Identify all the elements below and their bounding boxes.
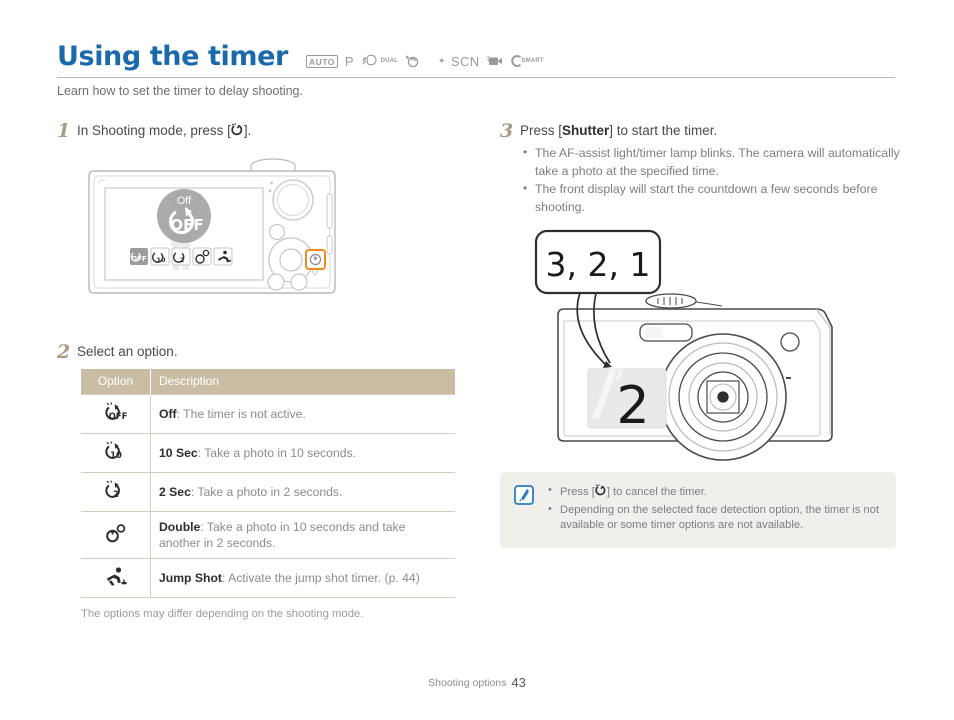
program-mode-icon: P: [344, 54, 354, 69]
note-bullet-list: Press [ ] to cancel the timer. Depending …: [546, 483, 882, 534]
table-cell-description: Double: Take a photo in 10 seconds and t…: [150, 511, 455, 559]
table-cell-description: Jump Shot: Activate the jump shot timer.…: [150, 558, 455, 598]
step-1-text-prefix: In Shooting mode, press [: [77, 123, 231, 138]
dual-is-label: DUAL: [380, 58, 399, 64]
step-3: 3 Press [Shutter] to start the timer. Th…: [500, 122, 900, 217]
table-row: Jump Shot: Activate the jump shot timer.…: [81, 558, 455, 598]
page-title: Using the timer: [57, 41, 288, 72]
step-3-text-suffix: ] to start the timer.: [609, 123, 718, 138]
option-term: 2 Sec: [159, 485, 191, 499]
jump-shot-icon: [81, 558, 151, 598]
step-3-number: 3: [500, 120, 514, 142]
note-bullet-1-prefix: Press [: [560, 486, 595, 498]
step-3-shutter-label: Shutter: [562, 123, 610, 138]
note-bullet-1: Press [ ] to cancel the timer.: [546, 483, 882, 503]
camera-back-svg: Off OFF OFF 10 2: [88, 158, 336, 294]
note-bullet-2: Depending on the selected face detection…: [546, 502, 882, 534]
step-2: 2 Select an option.: [57, 341, 467, 363]
beauty-shot-icon: [431, 55, 444, 66]
step-1-number: 1: [57, 120, 71, 142]
step-1-title: In Shooting mode, press [].: [77, 122, 467, 142]
table-header-row: Option Description: [81, 369, 455, 395]
scene-mode-icon: SCN: [451, 54, 480, 69]
step-3-bullet-2: The front display will start the countdo…: [520, 180, 900, 216]
step-2-title: Select an option.: [77, 344, 178, 359]
step-3-text-prefix: Press [: [520, 123, 563, 138]
svg-text:2: 2: [113, 490, 119, 500]
camera-back-illustration: Off OFF OFF 10 2: [81, 152, 467, 317]
front-display-value: 2: [616, 376, 649, 436]
dual-is-hand-icon: [362, 54, 377, 66]
option-term: Jump Shot: [159, 571, 222, 585]
svg-text:10: 10: [110, 451, 122, 461]
footer-section: Shooting options: [428, 677, 507, 689]
table-row: Double: Take a photo in 10 seconds and t…: [81, 511, 455, 559]
smart-auto-mode-icon: SMART: [511, 54, 544, 68]
movie-mode-icon: [486, 53, 504, 68]
option-desc: : Take a photo in 2 seconds.: [190, 485, 343, 499]
table-header-description: Description: [150, 369, 455, 395]
beauty-shot-mode-icon: [427, 53, 444, 68]
night-mode-icon: [405, 53, 420, 68]
step-1-text-suffix: ].: [243, 123, 252, 138]
auto-mode-icon: AUTO: [305, 55, 338, 68]
step-1: 1 In Shooting mode, press [].: [57, 122, 467, 142]
night-moon-star-icon: [405, 55, 419, 68]
option-desc: : Activate the jump shot timer. (p. 44): [221, 571, 420, 585]
table-header-option: Option: [81, 369, 151, 395]
dual-is-mode-icon: DUAL: [361, 53, 398, 68]
manual-page: Using the timer AUTO P DUAL SCN SMART Le…: [0, 0, 954, 720]
page-footer: Shooting options 43: [0, 675, 954, 690]
table-footnote: The options may differ depending on the …: [81, 608, 364, 620]
timer-options-table: Option Description OFF Off: The timer is…: [81, 369, 455, 598]
camera-front-illustration: 2 3, 2, 1: [518, 229, 900, 466]
timer-10sec-icon: 10: [81, 433, 151, 473]
option-term: 10 Sec: [159, 446, 198, 460]
step-3-title: Press [Shutter] to start the timer.: [520, 122, 900, 140]
timer-icon: [595, 484, 607, 503]
timer-icon: [231, 123, 244, 142]
timer-off-icon: OFF: [81, 394, 151, 434]
svg-text:OFF: OFF: [170, 216, 203, 234]
option-term: Double: [159, 520, 201, 534]
step-3-bullets: The AF-assist light/timer lamp blinks. T…: [520, 144, 900, 216]
step-2-number: 2: [57, 341, 71, 363]
svg-text:Off: Off: [177, 195, 192, 207]
smart-auto-label: SMART: [521, 58, 544, 64]
callout-text-value: 3, 2, 1: [546, 245, 651, 284]
title-divider: [57, 77, 895, 78]
camera-front-svg: 2 3, 2, 1: [534, 229, 833, 461]
table-row: 10 10 Sec: Take a photo in 10 seconds.: [81, 433, 455, 473]
table-cell-description: 10 Sec: Take a photo in 10 seconds.: [150, 433, 455, 473]
option-term: Off: [159, 407, 177, 421]
table-row: 2 2 Sec: Take a photo in 2 seconds.: [81, 472, 455, 512]
footer-page-number: 43: [511, 675, 526, 690]
note-bullet-1-suffix: ] to cancel the timer.: [606, 486, 707, 498]
note-pen-icon: [514, 485, 534, 510]
svg-text:10: 10: [156, 256, 166, 264]
left-column: 1 In Shooting mode, press []. Off OFF OF…: [57, 122, 467, 620]
table-row: OFF Off: The timer is not active.: [81, 394, 455, 434]
note-box: Press [ ] to cancel the timer. Depending …: [500, 472, 896, 548]
supported-modes-list: AUTO P DUAL SCN SMART: [305, 53, 544, 72]
table-cell-description: Off: The timer is not active.: [150, 394, 455, 434]
svg-text:OFF: OFF: [108, 412, 126, 422]
page-header: Using the timer AUTO P DUAL SCN SMART: [57, 42, 895, 78]
svg-text:2: 2: [180, 256, 185, 264]
right-column: 3 Press [Shutter] to start the timer. Th…: [500, 122, 900, 466]
table-cell-description: 2 Sec: Take a photo in 2 seconds.: [150, 472, 455, 512]
step-3-bullet-1: The AF-assist light/timer lamp blinks. T…: [520, 144, 900, 180]
page-subtitle: Learn how to set the timer to delay shoo…: [57, 84, 303, 98]
option-desc: : The timer is not active.: [176, 407, 306, 421]
option-desc: : Take a photo in 10 seconds.: [197, 446, 356, 460]
movie-camera-icon: [487, 55, 503, 65]
timer-double-icon: [81, 511, 151, 559]
timer-2sec-icon: 2: [81, 472, 151, 512]
